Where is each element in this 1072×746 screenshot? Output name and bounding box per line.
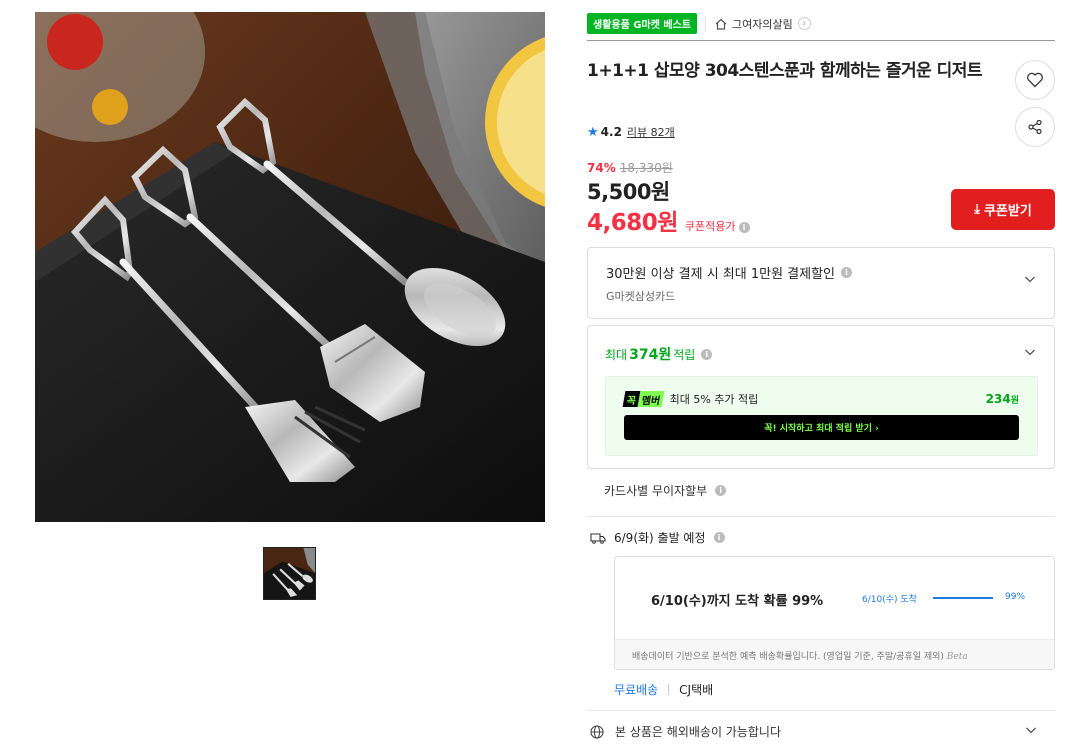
discount-row: 74% 18,330원: [587, 159, 673, 176]
member-logo-b: 멤버: [637, 391, 666, 407]
departure-row: 6/9(화) 출발 예정 i: [590, 529, 725, 546]
store-name: 그여자의살림: [731, 17, 793, 31]
coupon-price: 4,680원: [587, 210, 678, 236]
overseas-label: 본 상품은 해외배송이 가능합니다: [615, 725, 782, 739]
section-divider: [587, 516, 1055, 517]
member-cta-button[interactable]: 꼭! 시작하고 최대 적립 받기 ›: [624, 415, 1019, 440]
rating-row: ★ 4.2 리뷰 82개: [587, 124, 675, 140]
share-icon: [1028, 119, 1042, 135]
beta-label: Beta: [946, 652, 968, 662]
points-amount: 374원: [629, 347, 672, 363]
overseas-shipping-row[interactable]: 본 상품은 해외배송이 가능합니다: [590, 723, 781, 740]
product-photo: [35, 12, 545, 522]
points-prefix: 최대: [605, 347, 628, 362]
coupon-price-row: 4,680원 쿠폰적용가 i: [587, 203, 750, 237]
sale-price: 5,500원: [587, 180, 670, 204]
discount-rate: 74%: [587, 161, 616, 175]
like-button[interactable]: [1015, 60, 1055, 100]
card-benefit-title-row: 30만원 이상 결제 시 최대 1만원 결제할인 i: [606, 263, 853, 282]
member-benefit-text: 최대 5% 추가 적립: [669, 393, 759, 406]
home-icon: [715, 18, 727, 30]
store-link[interactable]: 그여자의살림 ›: [714, 16, 811, 32]
heart-icon: [1027, 72, 1043, 88]
delivery-footnote: 배송데이터 기반으로 분석한 예측 배송확률입니다. (영업일 기준, 주말/공…: [615, 639, 1054, 669]
product-thumbnail[interactable]: [263, 547, 316, 600]
chevron-down-icon[interactable]: [1024, 273, 1036, 285]
info-icon[interactable]: i: [715, 485, 727, 496]
globe-icon: [590, 724, 604, 739]
delivery-probability-box: 6/10(수)까지 도착 확률 99% 6/10(수) 도착 99% 배송데이터…: [614, 556, 1055, 670]
arrival-probability-bar: [933, 597, 993, 599]
member-benefit-row: 꼭 멤버 최대 5% 추가 적립 234원: [622, 391, 1019, 407]
carrier-row: 무료배송 CJ택배: [614, 681, 713, 698]
coupon-button-label: 쿠폰받기: [983, 204, 1032, 219]
member-amount-unit: 원: [1010, 396, 1019, 406]
review-link[interactable]: 리뷰 82개: [627, 124, 675, 140]
download-icon: ⤓: [974, 202, 980, 217]
free-shipping-label: 무료배송: [614, 683, 659, 697]
product-info-panel: 생활용품 G마켓 베스트 그여자의살림 › 1+1+1 삽모양 304스텐스푼과…: [587, 12, 1055, 739]
store-topbar: 생활용품 G마켓 베스트 그여자의살림 ›: [587, 12, 1055, 41]
original-price: 18,330원: [619, 161, 673, 175]
topbar-divider: [704, 16, 706, 31]
arrival-probability: 99%: [1005, 592, 1026, 602]
share-button[interactable]: [1015, 107, 1055, 147]
member-amount-value: 234: [985, 392, 1011, 406]
truck-icon: [590, 532, 606, 544]
product-main-image[interactable]: [35, 12, 545, 522]
chevron-down-icon[interactable]: [1024, 346, 1036, 358]
installment-row[interactable]: 카드사별 무이자할부 i: [604, 482, 727, 499]
coupon-button[interactable]: ⤓ 쿠폰받기: [951, 189, 1055, 230]
chevron-right-icon: ›: [797, 17, 811, 30]
installment-label: 카드사별 무이자할부: [604, 484, 708, 498]
arrival-date-small: 6/10(수) 도착: [862, 595, 917, 605]
member-benefit-box: 꼭 멤버 최대 5% 추가 적립 234원 꼭! 시작하고 최대 적립 받기 ›: [605, 376, 1038, 456]
card-benefit-title: 30만원 이상 결제 시 최대 1만원 결제할인: [606, 267, 836, 282]
thumbnail-photo: [264, 548, 315, 599]
delivery-summary: 6/10(수)까지 도착 확률 99% 6/10(수) 도착 99%: [615, 557, 1054, 639]
best-badge[interactable]: 생활용품 G마켓 베스트: [587, 13, 697, 34]
info-icon[interactable]: i: [701, 348, 713, 360]
card-benefit-box[interactable]: 30만원 이상 결제 시 최대 1만원 결제할인 i G마켓삼성카드: [587, 247, 1055, 319]
info-icon[interactable]: i: [841, 267, 853, 278]
member-logo: 꼭 멤버: [622, 391, 666, 407]
info-icon[interactable]: i: [713, 532, 725, 543]
points-suffix: 적립: [673, 347, 696, 362]
arrival-headline: 6/10(수)까지 도착 확률 99%: [651, 594, 824, 609]
departure-text: 6/9(화) 출발 예정: [614, 531, 706, 545]
delivery-footnote-text: 배송데이터 기반으로 분석한 예측 배송확률입니다. (영업일 기준, 주말/공…: [632, 652, 944, 662]
rating-score: 4.2: [600, 125, 622, 139]
member-benefit-amount: 234원: [986, 392, 1019, 406]
carrier-name: CJ택배: [679, 683, 714, 697]
points-box: 최대 374원 적립 i 꼭 멤버 최대 5% 추가 적립 234원 꼭! 시작…: [587, 325, 1055, 469]
product-title: 1+1+1 삽모양 304스텐스푼과 함께하는 즐거운 디저트: [587, 61, 983, 81]
points-title-row: 최대 374원 적립 i: [605, 344, 713, 364]
info-icon[interactable]: i: [738, 222, 750, 233]
star-icon: ★: [587, 124, 599, 140]
carrier-divider: [668, 684, 670, 695]
chevron-down-icon[interactable]: [1025, 724, 1037, 736]
coupon-price-label: 쿠폰적용가: [684, 220, 736, 233]
card-name: G마켓삼성카드: [606, 290, 676, 303]
section-divider: [587, 710, 1055, 711]
